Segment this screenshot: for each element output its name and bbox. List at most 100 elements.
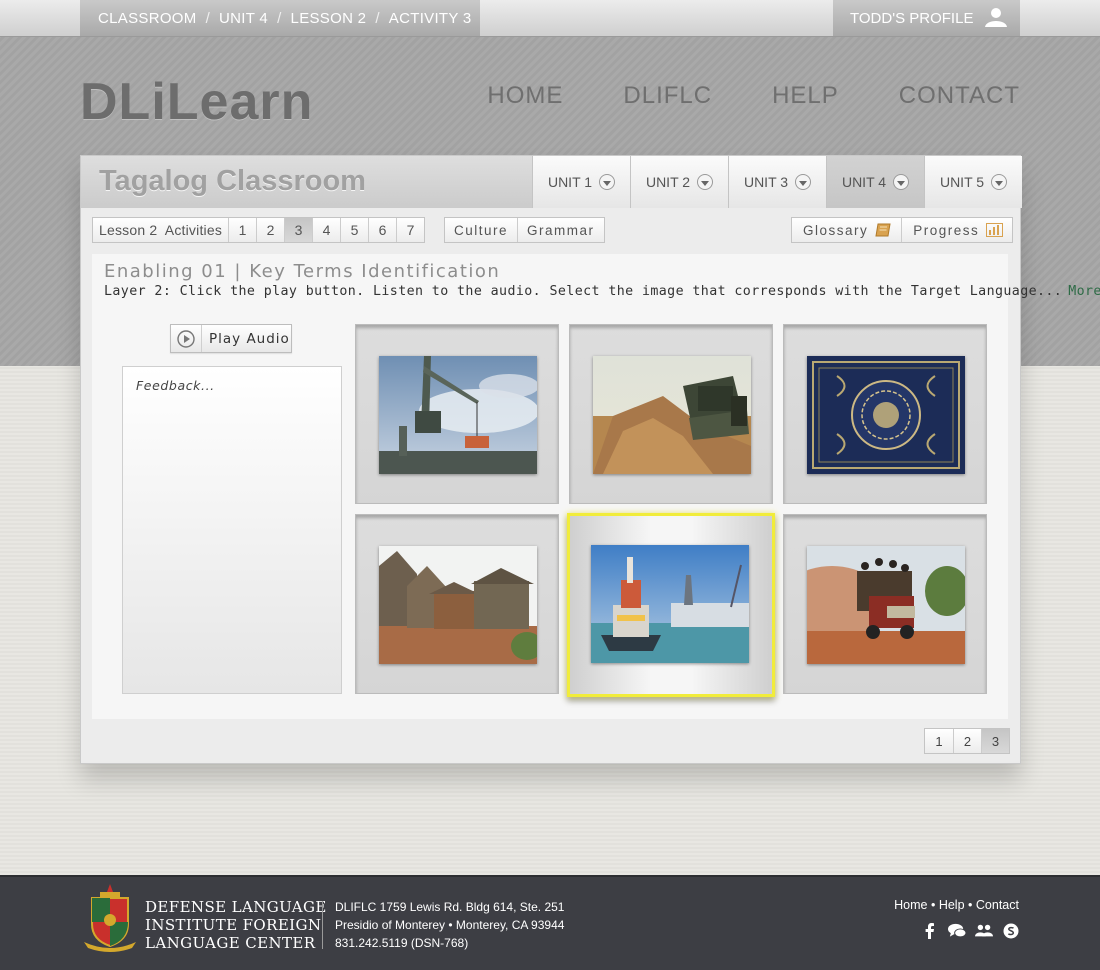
chevron-down-icon — [697, 174, 714, 190]
glossary-label: Glossary — [803, 222, 869, 238]
culture-button[interactable]: Culture — [445, 218, 517, 242]
institution-line: DEFENSE LANGUAGE — [145, 898, 327, 916]
breadcrumb-lesson[interactable]: LESSON 2 — [291, 10, 367, 27]
activity-6-button[interactable]: 6 — [368, 218, 396, 242]
tab-unit-3[interactable]: UNIT 3 — [728, 156, 826, 208]
site-logo[interactable]: DLiLearn — [80, 72, 313, 132]
pagination: 1 2 3 — [924, 728, 1010, 754]
nav-dliflc[interactable]: DLIFLC — [623, 82, 712, 110]
breadcrumb-classroom[interactable]: CLASSROOM — [98, 10, 197, 27]
glossary-progress-bar: Glossary Progress — [791, 217, 1014, 243]
activity-7-button[interactable]: 7 — [396, 218, 424, 242]
activity-4-button[interactable]: 4 — [312, 218, 340, 242]
breadcrumb-separator: / — [375, 9, 380, 27]
dliflc-crest-icon — [84, 884, 136, 952]
glossary-button[interactable]: Glossary — [792, 218, 901, 242]
footer-link-help[interactable]: Help — [939, 898, 965, 912]
classroom-panel: Tagalog Classroom UNIT 1 UNIT 2 UNIT 3 U… — [80, 155, 1100, 764]
progress-button[interactable]: Progress — [901, 218, 1012, 242]
boat-image — [591, 545, 749, 663]
facebook-icon[interactable] — [921, 922, 939, 940]
quran-image — [807, 356, 965, 474]
unit-tab-label: UNIT 5 — [939, 174, 985, 190]
truck-image — [807, 546, 965, 664]
top-bar: CLASSROOM / UNIT 4 / LESSON 2 / ACTIVITY… — [0, 0, 1100, 37]
book-icon — [875, 223, 891, 237]
footer: DEFENSE LANGUAGE INSTITUTE FOREIGN LANGU… — [0, 875, 1100, 970]
image-choice-quran[interactable] — [783, 324, 987, 504]
page-2-button[interactable]: 2 — [953, 729, 981, 753]
activity-content: Enabling 01 | Key Terms Identification L… — [92, 254, 1100, 719]
breadcrumb: CLASSROOM / UNIT 4 / LESSON 2 / ACTIVITY… — [80, 0, 480, 36]
breadcrumb-unit[interactable]: UNIT 4 — [219, 10, 268, 27]
breadcrumb-separator: / — [205, 9, 211, 27]
address-line: DLIFLC 1759 Lewis Rd. Bldg 614, Ste. 251 — [335, 900, 565, 914]
chevron-down-icon — [893, 174, 910, 190]
address-line: Presidio of Monterey • Monterey, CA 9394… — [335, 918, 565, 932]
activity-5-button[interactable]: 5 — [340, 218, 368, 242]
group-icon[interactable] — [975, 922, 993, 940]
activity-3-button[interactable]: 3 — [284, 218, 312, 242]
profile-label: TODD'S PROFILE — [850, 9, 974, 27]
image-choice-truck[interactable] — [783, 514, 987, 694]
bulldozer-image — [593, 356, 751, 474]
play-icon — [171, 325, 202, 352]
social-links — [921, 922, 1020, 940]
breadcrumb-activity[interactable]: ACTIVITY 3 — [389, 10, 472, 27]
huts-image — [379, 546, 537, 664]
play-audio-button[interactable]: Play Audio — [170, 324, 292, 353]
unit-tab-label: UNIT 1 — [547, 174, 593, 190]
main-nav: HOME DLIFLC HELP CONTACT — [427, 82, 1020, 110]
footer-address: DLIFLC 1759 Lewis Rd. Bldg 614, Ste. 251… — [335, 898, 564, 952]
profile-link[interactable]: TODD'S PROFILE — [833, 0, 1020, 36]
tab-unit-4[interactable]: UNIT 4 — [826, 156, 924, 208]
bar-chart-icon — [986, 223, 1004, 237]
progress-label: Progress — [913, 222, 980, 238]
footer-link-home[interactable]: Home — [894, 898, 927, 912]
image-choice-huts[interactable] — [355, 514, 559, 694]
lesson-activities-bar: Lesson 2 Activities 1 2 3 4 5 6 7 — [92, 217, 425, 243]
nav-contact[interactable]: CONTACT — [899, 82, 1020, 110]
culture-grammar-bar: Culture Grammar — [444, 217, 605, 243]
skype-icon[interactable] — [1002, 922, 1020, 940]
address-phone: 831.242.5119 (DSN-768) — [335, 936, 469, 950]
image-choice-boat[interactable] — [567, 513, 775, 697]
nav-help[interactable]: HELP — [772, 82, 839, 110]
activity-title: Enabling 01 | Key Terms Identification — [104, 261, 501, 282]
tab-unit-1[interactable]: UNIT 1 — [532, 156, 630, 208]
unit-tabs: UNIT 1 UNIT 2 UNIT 3 UNIT 4 UNIT 5 — [532, 156, 1022, 208]
lesson-activities-label: Lesson 2 Activities — [98, 222, 223, 238]
breadcrumb-separator: / — [277, 9, 282, 27]
activity-1-button[interactable]: 1 — [228, 218, 256, 242]
instruction-text: Layer 2: Click the play button. Listen t… — [104, 284, 1063, 299]
page-3-button[interactable]: 3 — [981, 729, 1009, 753]
image-choice-bulldozer[interactable] — [569, 324, 773, 504]
tab-unit-5[interactable]: UNIT 5 — [924, 156, 1022, 208]
footer-link-separator: • — [968, 898, 973, 912]
chevron-down-icon — [991, 174, 1008, 190]
chevron-down-icon — [599, 174, 616, 190]
institution-line: INSTITUTE FOREIGN — [145, 916, 322, 934]
more-link[interactable]: More>> — [1068, 284, 1100, 299]
unit-tab-label: UNIT 4 — [841, 174, 887, 190]
grammar-button[interactable]: Grammar — [517, 218, 604, 242]
unit-tab-label: UNIT 3 — [743, 174, 789, 190]
institution-line: LANGUAGE CENTER — [145, 934, 316, 952]
classroom-header: Tagalog Classroom UNIT 1 UNIT 2 UNIT 3 U… — [81, 156, 1022, 208]
activity-instruction: Layer 2: Click the play button. Listen t… — [104, 284, 1100, 299]
page-1-button[interactable]: 1 — [925, 729, 953, 753]
image-choice-crane[interactable] — [355, 324, 559, 504]
footer-divider — [322, 901, 323, 949]
activity-2-button[interactable]: 2 — [256, 218, 284, 242]
nav-home[interactable]: HOME — [487, 82, 563, 110]
chat-icon[interactable] — [948, 922, 966, 940]
crane-image — [379, 356, 537, 474]
feedback-box: Feedback... — [122, 366, 342, 694]
tab-unit-2[interactable]: UNIT 2 — [630, 156, 728, 208]
footer-links: Home • Help • Contact — [894, 898, 1019, 912]
footer-link-contact[interactable]: Contact — [976, 898, 1019, 912]
classroom-title: Tagalog Classroom — [81, 156, 533, 208]
play-audio-label: Play Audio — [209, 330, 290, 347]
institution-name: DEFENSE LANGUAGE INSTITUTE FOREIGN LANGU… — [145, 898, 327, 952]
footer-link-separator: • — [930, 898, 936, 912]
